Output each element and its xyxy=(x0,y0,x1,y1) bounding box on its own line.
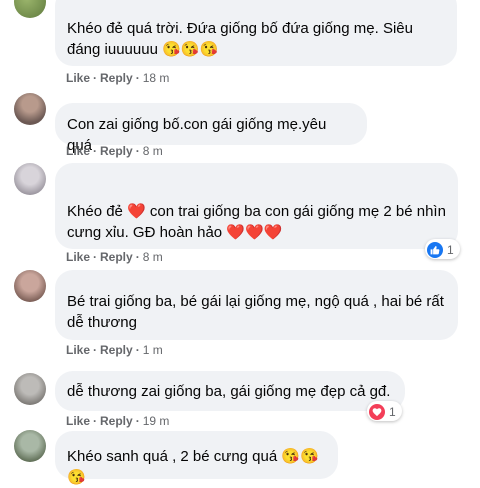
comment-timestamp[interactable]: 8 m xyxy=(143,144,163,158)
reply-link[interactable]: Reply xyxy=(100,414,133,428)
comment-actions: Like · Reply · 8 m xyxy=(66,144,163,158)
comment-bubble: Khéo sanh quá , 2 bé cưng quá 😘😘😘 xyxy=(55,431,338,486)
like-link[interactable]: Like xyxy=(66,414,90,428)
comment-bubble: Bé trai giống ba, bé gái lại giống mẹ, n… xyxy=(55,270,458,340)
like-link[interactable]: Like xyxy=(66,343,90,357)
comment-text: Khéo sanh quá , 2 bé cưng quá 😘😘😘 xyxy=(67,448,319,486)
reply-link[interactable]: Reply xyxy=(100,343,133,357)
thumbs-up-icon xyxy=(427,242,443,258)
comment-text: Khéo đẻ quá trời. Đứa giống bố đứa giống… xyxy=(67,20,413,58)
comment-timestamp[interactable]: 18 m xyxy=(143,71,170,85)
separator-dot: · xyxy=(93,71,98,85)
comment-bubble: Con zai giống bố.con gái giống mẹ.yêu qu… xyxy=(55,103,367,154)
commenter-avatar[interactable] xyxy=(14,270,46,302)
comment-actions: Like · Reply · 8 m xyxy=(66,250,163,264)
separator-dot: · xyxy=(135,71,140,85)
reply-link[interactable]: Reply xyxy=(100,250,133,264)
comment-bubble: Khéo đẻ quá trời. Đứa giống bố đứa giống… xyxy=(55,0,457,66)
reaction-summary[interactable]: 1 xyxy=(367,401,402,421)
separator-dot: · xyxy=(93,144,98,158)
like-link[interactable]: Like xyxy=(66,144,90,158)
separator-dot: · xyxy=(135,250,140,264)
comment-timestamp[interactable]: 1 m xyxy=(143,343,163,357)
comment-text: Khéo đẻ ❤️ con trai giống ba con gái giố… xyxy=(67,203,446,241)
separator-dot: · xyxy=(135,144,140,158)
commenter-avatar[interactable] xyxy=(14,93,46,125)
comment-actions: Like · Reply · 1 m xyxy=(66,343,163,357)
comment-bubble: Khéo đẻ ❤️ con trai giống ba con gái giố… xyxy=(55,163,458,249)
reaction-count: 1 xyxy=(447,243,454,257)
reply-link[interactable]: Reply xyxy=(100,144,133,158)
comment-text: dễ thương zai giống ba, gái giống mẹ đẹp… xyxy=(67,383,391,400)
reaction-count: 1 xyxy=(389,405,396,419)
comment-actions: Like · Reply · 18 m xyxy=(66,71,169,85)
separator-dot: · xyxy=(135,343,140,357)
commenter-avatar[interactable] xyxy=(14,163,46,195)
comment-bubble: dễ thương zai giống ba, gái giống mẹ đẹp… xyxy=(55,371,405,411)
separator-dot: · xyxy=(93,250,98,264)
like-link[interactable]: Like xyxy=(66,71,90,85)
commenter-avatar[interactable] xyxy=(14,0,46,18)
reply-link[interactable]: Reply xyxy=(100,71,133,85)
separator-dot: · xyxy=(93,414,98,428)
commenter-avatar[interactable] xyxy=(14,430,46,462)
comment-timestamp[interactable]: 8 m xyxy=(143,250,163,264)
comment-timestamp[interactable]: 19 m xyxy=(143,414,170,428)
comment-actions: Like · Reply · 19 m xyxy=(66,414,169,428)
commenter-avatar[interactable] xyxy=(14,373,46,405)
reaction-summary[interactable]: 1 xyxy=(425,239,460,259)
comment-text: Bé trai giống ba, bé gái lại giống mẹ, n… xyxy=(67,293,444,331)
separator-dot: · xyxy=(93,343,98,357)
heart-icon xyxy=(369,404,385,420)
like-link[interactable]: Like xyxy=(66,250,90,264)
separator-dot: · xyxy=(135,414,140,428)
